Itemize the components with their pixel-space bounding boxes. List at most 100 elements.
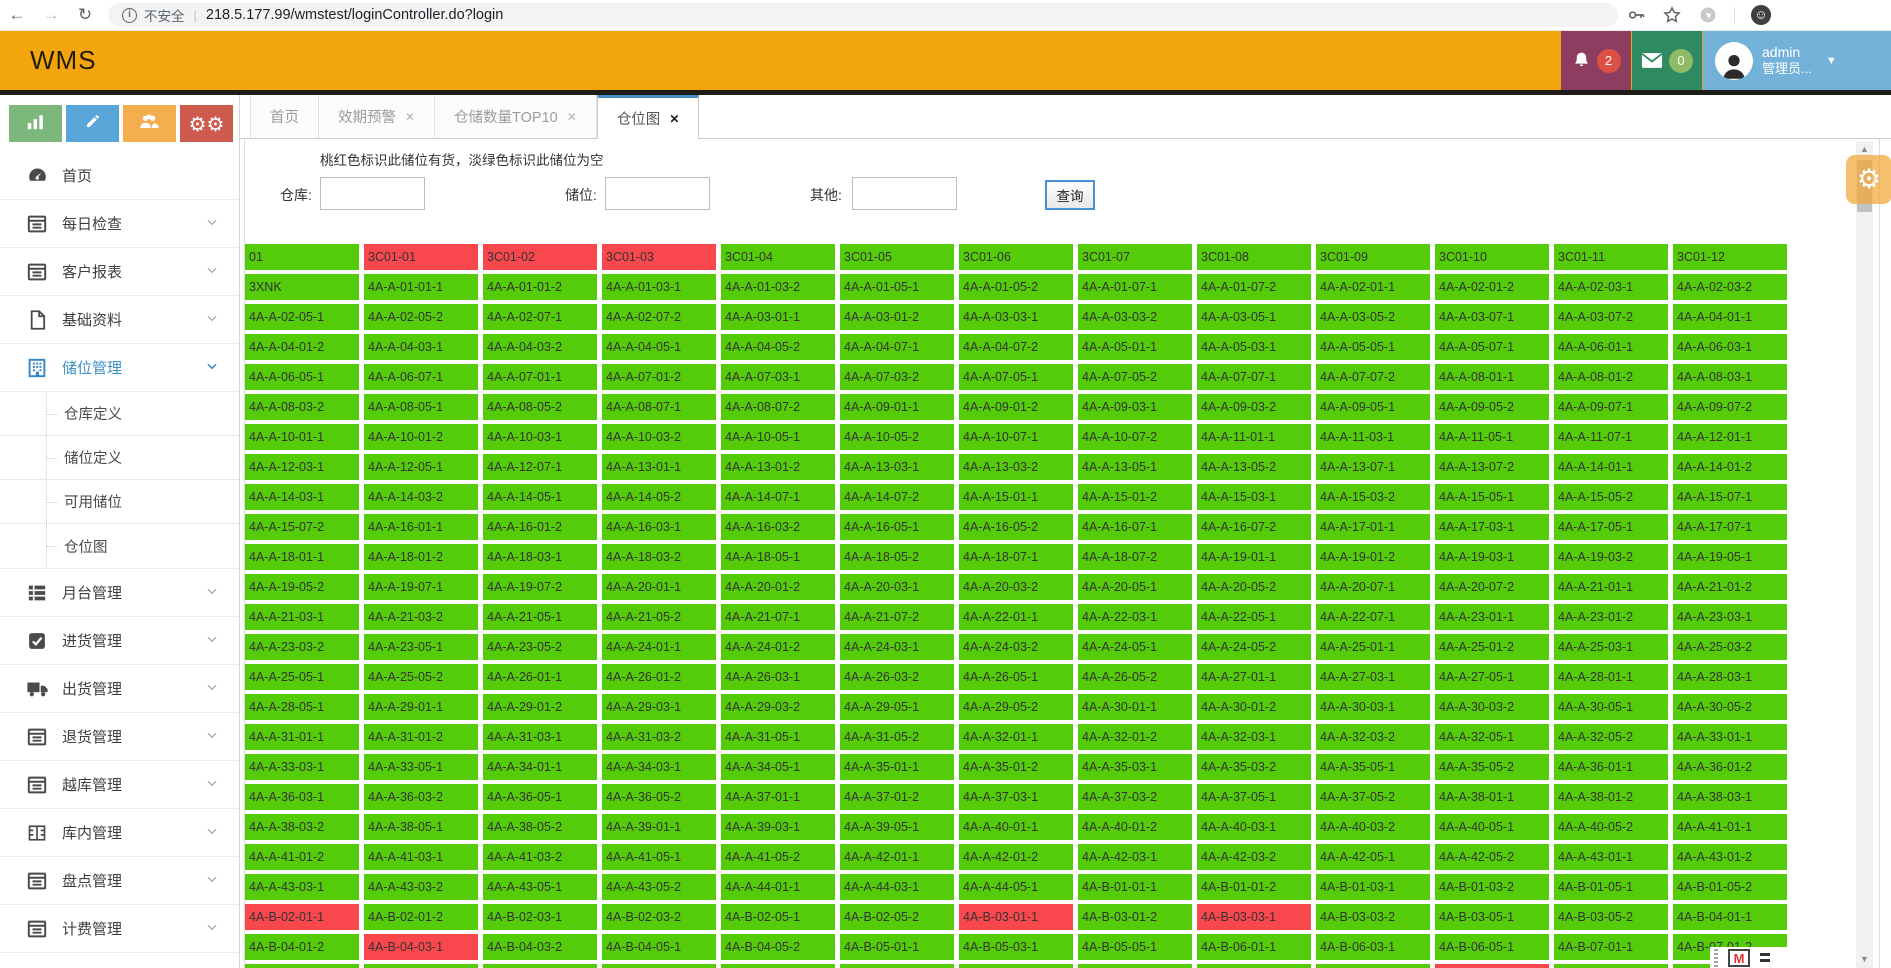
- slot-cell: 4A-A-42-01-2: [959, 844, 1073, 870]
- bookmark-star-icon[interactable]: [1662, 5, 1682, 25]
- notifications-button[interactable]: 2: [1561, 31, 1631, 90]
- chevron-down-icon: [205, 920, 219, 938]
- main-scrollbar[interactable]: ▲ ▼: [1856, 141, 1873, 968]
- extension-icon[interactable]: [1698, 5, 1718, 25]
- shortcut-tile-stats[interactable]: [9, 105, 62, 142]
- slot-cell: 4A-A-18-03-2: [602, 544, 716, 570]
- slot-cell: 3C01-12: [1673, 244, 1787, 270]
- slot-cell: 4A-A-06-07-1: [364, 364, 478, 390]
- slot-cell: 4A-A-28-05-1: [245, 694, 359, 720]
- m-widget-label[interactable]: M: [1728, 948, 1750, 967]
- chevron-down-icon: [205, 311, 219, 329]
- messages-button[interactable]: 0: [1632, 31, 1702, 90]
- sidebar-item-home[interactable]: 首页: [0, 152, 239, 200]
- slot-cell: 3XNK: [245, 274, 359, 300]
- chevron-down-icon: [205, 872, 219, 890]
- tab-home[interactable]: 首页: [250, 95, 319, 138]
- user-menu[interactable]: admin 管理员... ▼: [1703, 31, 1891, 90]
- address-bar[interactable]: i 不安全 | 218.5.177.99/wmstest/loginContro…: [108, 3, 1618, 27]
- slot-cell: 4A-A-10-03-2: [602, 424, 716, 450]
- sidebar-item-crossdock-mgmt[interactable]: 越库管理: [0, 761, 239, 809]
- slot-cell: 4A-B-03-03-2: [1316, 904, 1430, 930]
- sidebar-item-warehouse-ops[interactable]: 库内管理: [0, 809, 239, 857]
- url-text: 218.5.177.99/wmstest/loginController.do?…: [205, 7, 504, 23]
- slot-cell: 4A-A-01-05-1: [840, 274, 954, 300]
- tab-close-icon[interactable]: ✕: [405, 110, 415, 124]
- shortcut-tile-settings[interactable]: ⚙⚙: [180, 105, 233, 142]
- page-info-icon[interactable]: i: [122, 7, 137, 23]
- drag-handle-icon[interactable]: [1714, 948, 1718, 967]
- tab-close-icon[interactable]: ✕: [567, 110, 577, 124]
- slot-cell: 4A-A-24-03-2: [959, 634, 1073, 660]
- warehouse-input[interactable]: [320, 177, 425, 210]
- slot-cell: 4A-A-42-05-2: [1435, 844, 1549, 870]
- slot-cell: 4A-B-08-01-1: [721, 964, 835, 968]
- slot-cell: 4A-A-22-05-1: [1197, 604, 1311, 630]
- slot-cell: 4A-B-06-03-1: [1316, 934, 1430, 960]
- slot-cell: 4A-A-04-01-2: [245, 334, 359, 360]
- tab-storage-top10[interactable]: 仓储数量TOP10 ✕: [435, 95, 597, 138]
- slot-cell: 4A-A-43-01-1: [1554, 844, 1668, 870]
- app-header: WMS 2 0 admin 管理员... ▼: [0, 31, 1891, 90]
- slot-cell: 3C01-08: [1197, 244, 1311, 270]
- sidebar-item-dock-mgmt[interactable]: 月台管理: [0, 569, 239, 617]
- tab-expiry-warning[interactable]: 效期预警 ✕: [319, 95, 436, 138]
- bar-chart-icon: [26, 113, 45, 135]
- settings-fab[interactable]: ⚙: [1846, 155, 1891, 204]
- sidebar-item-outbound-mgmt[interactable]: 出货管理: [0, 665, 239, 713]
- sidebar-item-daily-check[interactable]: 每日检查: [0, 200, 239, 248]
- tab-slot-map[interactable]: 仓位图 ✕: [596, 95, 700, 139]
- sidebar-subitem-available-slot[interactable]: 可用储位: [0, 480, 239, 524]
- sidebar-subitem-slot-define[interactable]: 储位定义: [0, 436, 239, 480]
- mini-widget[interactable]: M: [1710, 947, 1816, 968]
- browser-forward-icon[interactable]: →: [34, 5, 68, 25]
- key-icon[interactable]: [1626, 5, 1646, 25]
- sidebar-item-customer-report[interactable]: 客户报表: [0, 248, 239, 296]
- slot-cell: 4A-A-07-03-2: [840, 364, 954, 390]
- slot-cell: 4A-A-07-01-1: [483, 364, 597, 390]
- slot-cell: 4A-A-41-05-2: [721, 844, 835, 870]
- sidebar-item-return-mgmt[interactable]: 退货管理: [0, 713, 239, 761]
- slot-cell: 4A-A-07-03-1: [721, 364, 835, 390]
- sidebar-item-inbound-mgmt[interactable]: 进货管理: [0, 617, 239, 665]
- sidebar-subitem-warehouse-define[interactable]: 仓库定义: [0, 392, 239, 436]
- menu-bars-icon[interactable]: [1760, 953, 1770, 962]
- slot-cell: 4A-A-36-03-2: [364, 784, 478, 810]
- sidebar-item-stocktake-mgmt[interactable]: 盘点管理: [0, 857, 239, 905]
- slot-cell: 4A-A-09-01-1: [840, 394, 954, 420]
- slot-cell: 4A-B-06-05-1: [1435, 934, 1549, 960]
- slot-cell: 4A-A-18-07-1: [959, 544, 1073, 570]
- user-caret-icon: ▼: [1825, 54, 1837, 67]
- main-content: 首页 效期预警 ✕ 仓储数量TOP10 ✕ 仓位图 ✕ 桃红色标识此储位有货，淡绿色标识此储…: [240, 95, 1891, 968]
- tab-close-icon[interactable]: ✕: [669, 112, 679, 126]
- slot-cell: 4A-B-03-05-1: [1435, 904, 1549, 930]
- browser-refresh-icon[interactable]: ↻: [68, 5, 102, 25]
- slot-cell: 4A-A-39-01-1: [602, 814, 716, 840]
- sidebar-item-slot-mgmt[interactable]: 储位管理: [0, 344, 239, 392]
- slot-cell: 4A-A-08-07-1: [602, 394, 716, 420]
- slot-cell: 4A-B-05-03-1: [959, 934, 1073, 960]
- slot-input[interactable]: [605, 177, 710, 210]
- scroll-down-icon[interactable]: ▼: [1856, 951, 1873, 968]
- sidebar-item-label: 退货管理: [62, 729, 123, 746]
- search-button[interactable]: 查询: [1045, 180, 1095, 210]
- sidebar-subitem-slot-map[interactable]: 仓位图: [0, 524, 239, 568]
- browser-profile-icon[interactable]: ☺: [1751, 5, 1771, 25]
- slot-cell: 4A-A-32-03-2: [1316, 724, 1430, 750]
- slot-cell: 4A-A-44-03-1: [840, 874, 954, 900]
- slot-cell: 4A-A-29-03-2: [721, 694, 835, 720]
- slot-label: 储位:: [565, 187, 597, 203]
- sidebar-item-base-data[interactable]: 基础资料: [0, 296, 239, 344]
- slot-cell: 4A-A-15-05-2: [1554, 484, 1668, 510]
- shortcut-tile-edit[interactable]: [66, 105, 119, 142]
- slot-cell: 4A-A-22-07-1: [1316, 604, 1430, 630]
- slot-cell: 4A-A-03-03-1: [959, 304, 1073, 330]
- browser-back-icon[interactable]: ←: [0, 5, 34, 25]
- slot-cell: 4A-A-44-01-1: [721, 874, 835, 900]
- shortcut-tile-users[interactable]: [123, 105, 176, 142]
- sidebar-item-billing-mgmt[interactable]: 计费管理: [0, 905, 239, 953]
- slot-cell: 4A-A-31-01-2: [364, 724, 478, 750]
- slot-cell: 4A-A-37-01-2: [840, 784, 954, 810]
- other-input[interactable]: [852, 177, 957, 210]
- slot-cell: 4A-A-01-03-1: [602, 274, 716, 300]
